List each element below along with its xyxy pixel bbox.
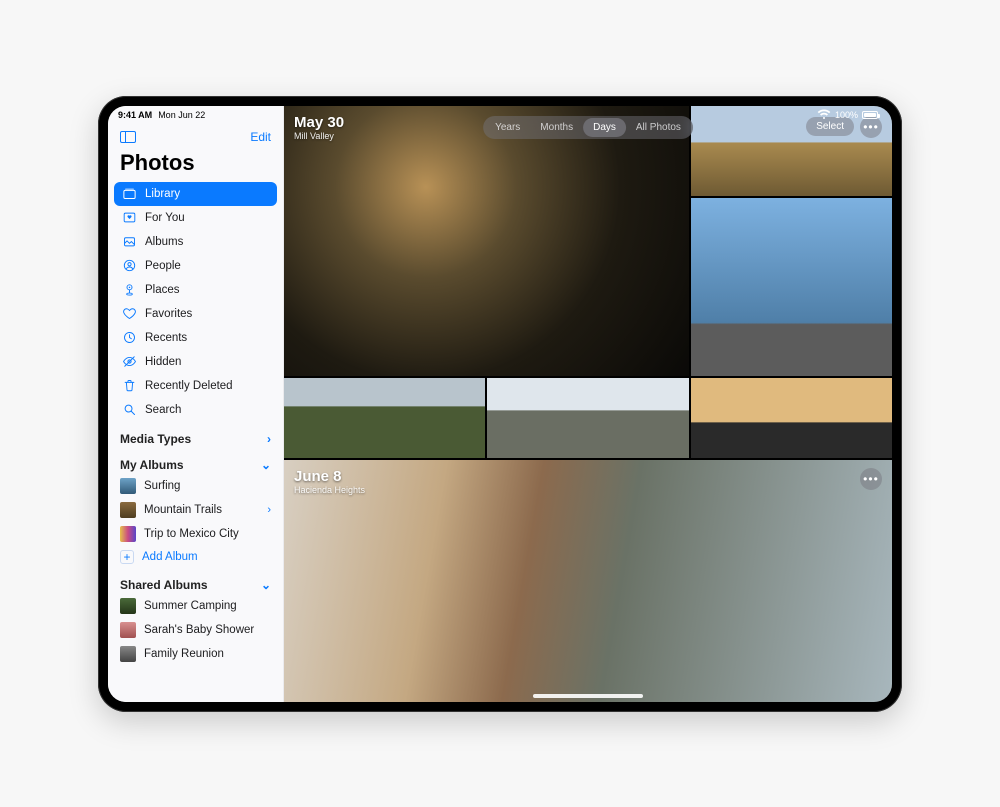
sidebar-item-label: People [145,260,181,272]
statusbar-battery-pct: 100% [835,110,858,120]
statusbar-time: 9:41 AM [118,110,152,120]
app-title: Photos [108,146,283,182]
home-indicator[interactable] [533,694,643,698]
people-icon [122,259,137,273]
photo-grid[interactable]: May 30 Mill Valley June 8 Hacienda Heigh… [284,106,892,702]
album-label: Summer Camping [144,600,237,612]
sidebar-item-places[interactable]: Places [114,278,277,302]
sidebar-item-albums[interactable]: Albums [114,230,277,254]
group-date: June 8 [294,468,365,485]
album-label: Family Reunion [144,648,224,660]
group-location: Mill Valley [294,131,344,141]
sidebar-item-label: For You [145,212,185,224]
recents-icon [122,331,137,345]
album-item-summer-camping[interactable]: Summer Camping [108,594,283,618]
section-my-albums[interactable]: My Albums ⌄ [108,448,283,474]
sidebar-item-hidden[interactable]: Hidden [114,350,277,374]
trash-icon [122,379,137,393]
chevron-down-icon: ⌄ [261,578,271,592]
sidebar-item-favorites[interactable]: Favorites [114,302,277,326]
sidebar-item-library[interactable]: Library [114,182,277,206]
section-label: My Albums [120,458,184,472]
sidebar-toggle-icon[interactable] [120,131,136,143]
add-album-button[interactable]: + Add Album [108,546,283,568]
search-icon [122,403,137,417]
add-album-label: Add Album [142,551,198,563]
album-item-trip-mexico[interactable]: Trip to Mexico City [108,522,283,546]
hidden-icon [122,355,137,369]
sidebar-item-search[interactable]: Search [114,398,277,422]
album-label: Mountain Trails [144,504,222,516]
wifi-icon [817,109,831,121]
album-thumb [120,502,136,518]
sidebar-item-recently-deleted[interactable]: Recently Deleted [114,374,277,398]
chevron-right-icon: › [267,432,271,446]
photo-tile[interactable] [487,378,688,458]
sidebar-item-label: Hidden [145,356,181,368]
album-thumb [120,622,136,638]
section-media-types[interactable]: Media Types › [108,422,283,448]
photo-tile[interactable]: June 8 Hacienda Heights ••• [284,460,892,702]
sidebar-item-recents[interactable]: Recents [114,326,277,350]
section-label: Shared Albums [120,578,208,592]
photo-tile[interactable] [691,198,892,376]
places-icon [122,283,137,297]
sidebar-item-for-you[interactable]: For You [114,206,277,230]
sidebar-item-label: Albums [145,236,183,248]
statusbar-date: Mon Jun 22 [158,110,205,120]
plus-icon: + [120,550,134,564]
sidebar-item-label: Library [145,188,180,200]
album-item-surfing[interactable]: Surfing [108,474,283,498]
sidebar-item-label: Recents [145,332,187,344]
favorites-icon [122,307,137,321]
edit-button[interactable]: Edit [250,130,271,144]
photo-tile[interactable] [284,378,485,458]
ipad-device-frame: 9:41 AM Mon Jun 22 100% Edit Photos [98,96,902,712]
for-you-icon [122,211,137,225]
sidebar-item-label: Places [145,284,180,296]
date-header: June 8 Hacienda Heights [294,468,365,495]
albums-icon [122,235,137,249]
sidebar-item-label: Recently Deleted [145,380,233,392]
more-button[interactable]: ••• [860,468,882,490]
chevron-right-icon: › [267,504,271,516]
album-label: Surfing [144,480,180,492]
album-thumb [120,646,136,662]
library-icon [122,187,137,201]
section-label: Media Types [120,432,191,446]
sidebar-item-people[interactable]: People [114,254,277,278]
album-item-mountain-trails[interactable]: Mountain Trails › [108,498,283,522]
album-item-family-reunion[interactable]: Family Reunion [108,642,283,666]
sidebar-item-label: Search [145,404,181,416]
section-shared-albums[interactable]: Shared Albums ⌄ [108,568,283,594]
sidebar-nav: Library For You Albums People Places [108,182,283,422]
battery-icon [862,111,878,119]
album-thumb [120,478,136,494]
album-label: Sarah's Baby Shower [144,624,254,636]
chevron-down-icon: ⌄ [261,458,271,472]
sidebar-item-label: Favorites [145,308,192,320]
album-label: Trip to Mexico City [144,528,239,540]
screen: 9:41 AM Mon Jun 22 100% Edit Photos [108,106,892,702]
album-item-baby-shower[interactable]: Sarah's Baby Shower [108,618,283,642]
group-location: Hacienda Heights [294,485,365,495]
photo-tile[interactable] [691,378,892,458]
status-bar: 9:41 AM Mon Jun 22 100% [108,106,892,124]
photo-tile[interactable]: May 30 Mill Valley [284,106,689,376]
album-thumb [120,598,136,614]
album-thumb [120,526,136,542]
sidebar: Edit Photos Library For You Albums [108,106,284,702]
